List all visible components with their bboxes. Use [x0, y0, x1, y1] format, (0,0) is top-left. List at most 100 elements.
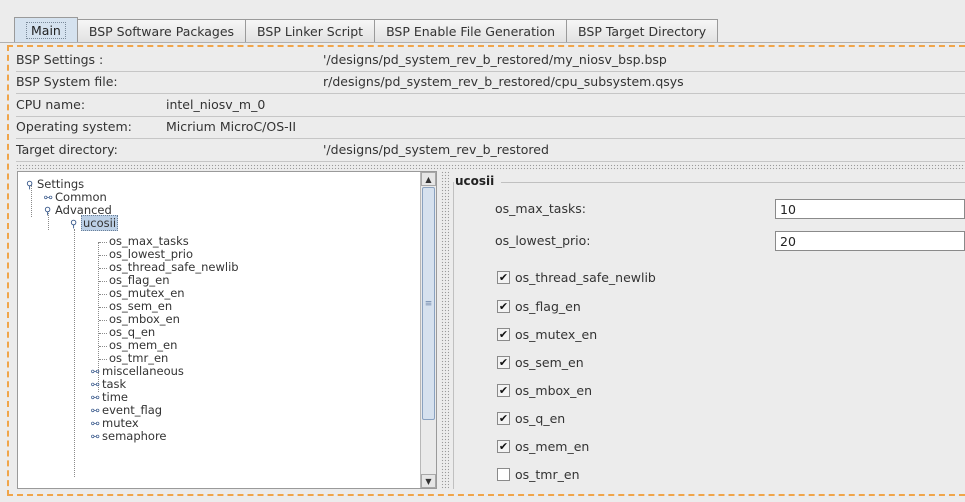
tab-label: BSP Software Packages [88, 23, 235, 39]
os-mutex-en-checkbox[interactable]: ✔ os_mutex_en [497, 326, 597, 342]
scroll-down-icon[interactable]: ▼ [421, 474, 436, 488]
tab-main[interactable]: Main [14, 17, 78, 42]
checkbox-label: os_sem_en [515, 354, 584, 370]
tree-leaf-label: os_mem_en [109, 338, 178, 352]
collapsed-node-icon[interactable]: ⚯ [91, 431, 102, 444]
tree-node-label: miscellaneous [102, 364, 184, 378]
cpu-name-label: CPU name: [16, 97, 86, 112]
tree-connector [99, 281, 107, 282]
checkmark-icon[interactable]: ✔ [497, 439, 510, 453]
tab-bsp-target-directory[interactable]: BSP Target Directory [567, 19, 719, 42]
os-lowest-prio-label: os_lowest_prio: [495, 233, 591, 248]
expanded-node-icon[interactable]: ⚲ [70, 218, 81, 231]
os-max-tasks-label: os_max_tasks: [495, 201, 586, 216]
checkbox-label: os_flag_en [515, 298, 581, 314]
tree-connector [99, 333, 107, 334]
os-lowest-prio-input[interactable] [775, 231, 965, 251]
os-mbox-en-checkbox[interactable]: ✔ os_mbox_en [497, 382, 592, 398]
target-dir-value: '/designs/pd_system_rev_b_restored [323, 142, 549, 157]
tree-leaf-label: os_lowest_prio [109, 247, 193, 261]
scroll-up-icon[interactable]: ▲ [421, 172, 436, 186]
tree-node-label: event_flag [102, 403, 163, 417]
tab-bsp-software-packages[interactable]: BSP Software Packages [77, 19, 247, 42]
checkmark-icon[interactable]: ✔ [497, 327, 510, 341]
tab-label: BSP Enable File Generation [386, 23, 556, 39]
tree-connector [99, 255, 107, 256]
group-border [453, 182, 454, 489]
tree-connector [99, 294, 107, 295]
tab-bar: Main BSP Software Packages BSP Linker Sc… [14, 17, 719, 42]
tree-node-label: Common [55, 190, 107, 204]
checkmark-icon[interactable]: ✔ [497, 411, 510, 425]
tree-leaf-label: os_mutex_en [109, 286, 185, 300]
tree-leaf-label: os_tmr_en [109, 351, 169, 365]
tree-leaf-label: os_q_en [109, 325, 156, 339]
checkbox-empty-icon[interactable] [497, 467, 510, 481]
bsp-system-file-value: r/designs/pd_system_rev_b_restored/cpu_s… [323, 74, 684, 89]
property-panel: ucosii os_max_tasks: os_lowest_prio: ✔ os… [441, 171, 965, 489]
tree-node-label: mutex [102, 416, 139, 430]
checkmark-icon[interactable]: ✔ [497, 270, 510, 284]
tab-bsp-enable-file-generation[interactable]: BSP Enable File Generation [375, 19, 568, 42]
checkmark-icon[interactable]: ✔ [497, 383, 510, 397]
tree-node-label: ucosii [81, 215, 119, 231]
tree-connector [99, 359, 107, 360]
group-title: ucosii [455, 174, 498, 188]
tree-content: ⚲ Settings ⚯ Common ⚲ Advanced ⚲ ucosii os_m… [18, 172, 420, 488]
divider [16, 138, 965, 139]
checkbox-label: os_tmr_en [515, 466, 580, 482]
os-row: Operating system: Micrium MicroC/OS-II [16, 117, 965, 137]
tree-node-ucosii[interactable]: ⚲ ucosii [70, 215, 119, 231]
bsp-system-file-row: BSP System file: r/designs/pd_system_rev… [16, 72, 965, 92]
tree-leaf-label: os_thread_safe_newlib [109, 260, 239, 274]
tree-node-label: semaphore [102, 429, 167, 443]
checkmark-icon[interactable]: ✔ [497, 299, 510, 313]
tree-leaf-label: os_sem_en [109, 299, 173, 313]
os-q-en-checkbox[interactable]: ✔ os_q_en [497, 410, 565, 426]
tab-label: BSP Target Directory [578, 23, 707, 39]
os-tmr-en-checkbox[interactable]: os_tmr_en [497, 466, 580, 482]
os-thread-safe-newlib-checkbox[interactable]: ✔ os_thread_safe_newlib [497, 269, 656, 285]
checkbox-label: os_mbox_en [515, 382, 593, 398]
vertical-splitter[interactable] [441, 171, 449, 489]
group-border [501, 182, 965, 183]
cpu-name-row: CPU name: intel_niosv_m_0 [16, 95, 965, 115]
expanded-node-icon[interactable]: ⚲ [26, 179, 37, 192]
divider [16, 161, 965, 162]
tree-node-label: Settings [37, 177, 85, 191]
bsp-settings-row: BSP Settings : '/designs/pd_system_rev_b… [16, 50, 965, 70]
tree-vertical-scrollbar[interactable]: ▲ ≡ ▼ [420, 172, 436, 488]
expanded-node-icon[interactable]: ⚲ [44, 205, 55, 218]
tree-connector [99, 242, 107, 243]
checkbox-label: os_thread_safe_newlib [515, 269, 656, 285]
target-dir-label: Target directory: [16, 142, 118, 157]
os-sem-en-checkbox[interactable]: ✔ os_sem_en [497, 354, 584, 370]
tree-connector [74, 229, 75, 477]
bsp-settings-label: BSP Settings : [16, 52, 104, 67]
target-dir-row: Target directory: '/designs/pd_system_re… [16, 140, 965, 160]
checkbox-label: os_q_en [515, 410, 566, 426]
tab-main-label: Main [26, 21, 66, 39]
bsp-settings-value: '/designs/pd_system_rev_b_restored/my_ni… [323, 52, 667, 67]
os-max-tasks-input[interactable] [775, 199, 965, 219]
tree-node-label: task [102, 377, 127, 391]
tree-node-label: time [102, 390, 128, 404]
os-mem-en-checkbox[interactable]: ✔ os_mem_en [497, 438, 589, 454]
divider [16, 93, 965, 94]
tree-connector [99, 268, 107, 269]
tree-leaf-label: os_max_tasks [109, 234, 189, 248]
tree-connector [99, 307, 107, 308]
settings-tree[interactable]: ⚲ Settings ⚯ Common ⚲ Advanced ⚲ ucosii os_m… [17, 171, 437, 489]
tree-connector [99, 346, 107, 347]
scrollbar-thumb[interactable]: ≡ [422, 187, 435, 420]
checkmark-icon[interactable]: ✔ [497, 355, 510, 369]
cpu-name-value: intel_niosv_m_0 [166, 97, 266, 112]
bsp-system-file-label: BSP System file: [16, 74, 118, 89]
tab-bsp-linker-script[interactable]: BSP Linker Script [246, 19, 376, 42]
checkbox-label: os_mem_en [515, 438, 590, 454]
tree-connector [99, 320, 107, 321]
tab-divider [0, 42, 965, 43]
os-flag-en-checkbox[interactable]: ✔ os_flag_en [497, 298, 581, 314]
tree-node-semaphore[interactable]: ⚯ semaphore [91, 429, 167, 444]
horizontal-splitter[interactable] [16, 164, 965, 170]
